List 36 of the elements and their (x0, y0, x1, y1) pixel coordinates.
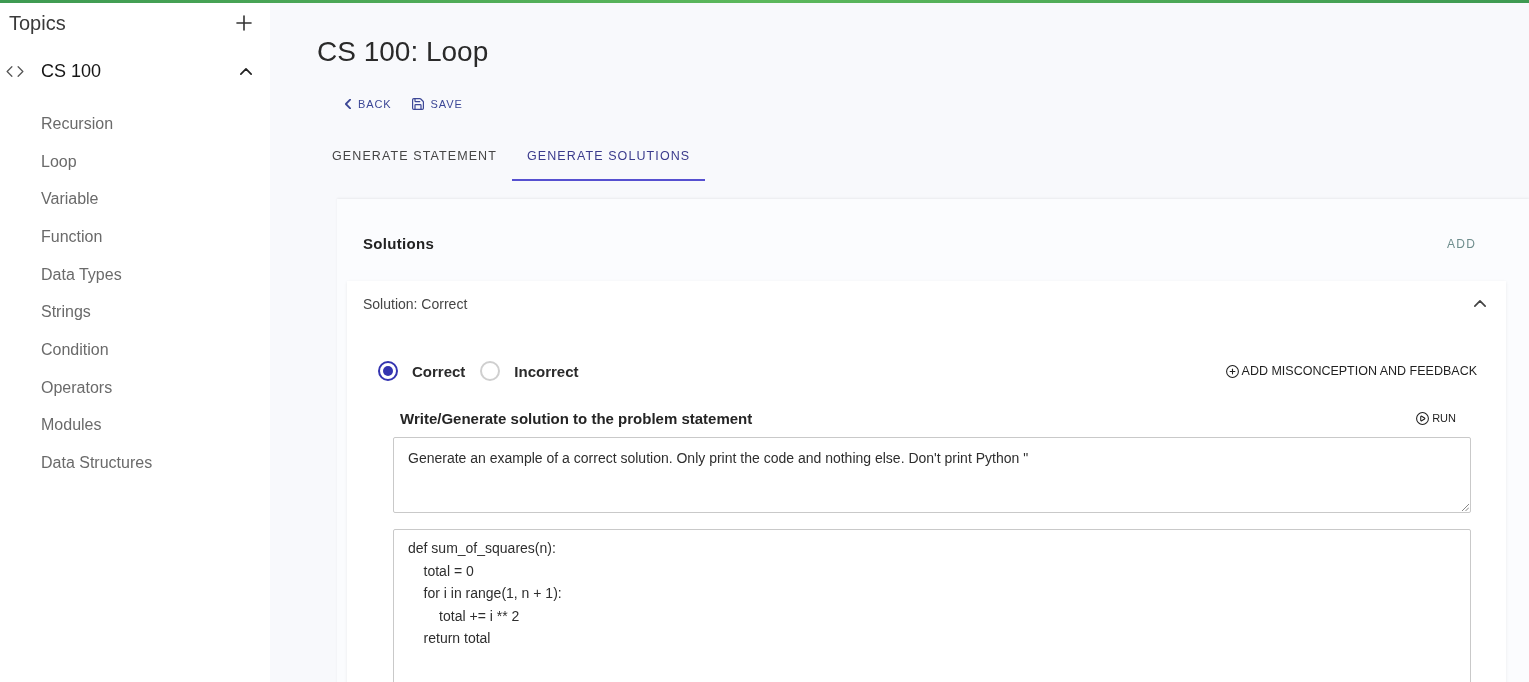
radio-label: Correct (412, 362, 466, 380)
topic-group[interactable]: CS 100 (0, 43, 270, 99)
page-title: CS 100: Loop (317, 35, 490, 69)
topic-item[interactable]: Modules (0, 406, 270, 445)
play-circle-icon (1416, 411, 1430, 425)
radio-label: Incorrect (514, 362, 579, 380)
prompt-field[interactable]: Generate an example of a correct solution. Only print the code and nothing else. Don't print Python " (393, 437, 1471, 513)
resize-grip-icon[interactable] (1462, 504, 1469, 511)
topic-item[interactable]: Operators (0, 368, 270, 407)
add-button[interactable]: ADD (1447, 237, 1476, 251)
topic-item[interactable]: Loop (0, 142, 270, 181)
add-misconception-button[interactable]: ADD MISCONCEPTION AND FEEDBACK (1225, 364, 1477, 378)
tab[interactable]: GENERATE STATEMENT (317, 133, 512, 181)
code-brackets-icon (6, 65, 24, 77)
topic-item[interactable]: Data Types (0, 255, 270, 294)
chevron-up-icon[interactable] (1474, 300, 1486, 307)
solution-title: Solution: Correct (363, 295, 468, 312)
run-button[interactable]: RUN (1416, 411, 1456, 425)
topic-item[interactable]: Recursion (0, 105, 270, 143)
field-label: Write/Generate solution to the problem statement (400, 409, 753, 427)
panel-title: Solutions (363, 235, 435, 253)
topic-item[interactable]: Variable (0, 180, 270, 219)
topic-item[interactable]: Strings (0, 293, 270, 332)
topic-item[interactable]: Condition (0, 331, 270, 369)
chevron-left-icon (345, 99, 351, 109)
topic-item[interactable]: Function (0, 218, 270, 256)
code-field[interactable]: def sum_of_squares(n): total = 0 for i in range(1, n + 1): total += i ** 2 return total (393, 529, 1471, 682)
radio-button[interactable] (378, 361, 398, 381)
save-icon (411, 98, 424, 110)
save-button[interactable]: SAVE (405, 92, 469, 116)
back-button[interactable]: BACK (339, 92, 398, 116)
tab[interactable]: GENERATE SOLUTIONS (511, 133, 706, 181)
plus-circle-icon (1225, 364, 1239, 378)
topic-item[interactable]: Data Structures (0, 444, 270, 482)
sidebar-title: Topics (9, 11, 66, 35)
plus-icon[interactable] (236, 15, 252, 31)
